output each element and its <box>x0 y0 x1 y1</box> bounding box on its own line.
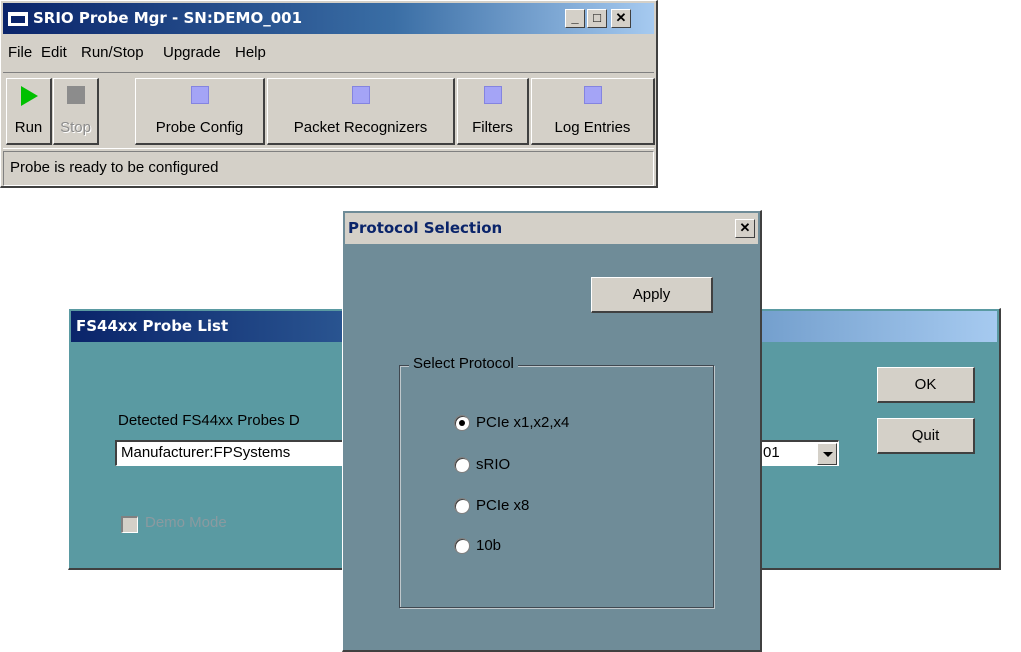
menu-file[interactable]: File <box>8 44 32 61</box>
status-bar: Probe is ready to be configured <box>3 151 654 186</box>
radio-label: 10b <box>476 537 502 554</box>
main-window: SRIO Probe Mgr - SN:DEMO_001 _ □ ✕ File … <box>0 0 658 188</box>
detected-probes-label: Detected FS44xx Probes D <box>118 412 300 429</box>
radio-label: sRIO <box>476 456 511 473</box>
run-label: Run <box>14 119 43 136</box>
probe-config-icon <box>190 86 209 104</box>
probe-list-title: FS44xx Probe List <box>76 317 229 335</box>
maximize-button[interactable]: □ <box>587 9 607 28</box>
filters-button[interactable]: Filters <box>457 78 529 145</box>
group-label: Select Protocol <box>409 355 518 372</box>
ok-button[interactable]: OK <box>877 367 975 403</box>
filters-label: Filters <box>472 119 513 136</box>
probe-combo-value-right: 01 <box>763 444 780 461</box>
radio-label: PCIe x1,x2,x4 <box>476 414 570 431</box>
protocol-selection-dialog: Protocol Selection ✕ Apply Select Protoc… <box>342 210 762 652</box>
log-entries-button[interactable]: Log Entries <box>531 78 655 145</box>
menu-help[interactable]: Help <box>235 44 266 61</box>
stop-button[interactable]: Stop <box>53 78 99 145</box>
log-entries-icon <box>583 86 602 104</box>
probe-config-label: Probe Config <box>155 119 244 136</box>
close-button[interactable]: ✕ <box>611 9 631 28</box>
menu-bar: File Edit Run/Stop Upgrade Help <box>3 38 654 68</box>
probe-combo-box[interactable]: Manufacturer:FPSystems <box>115 440 355 466</box>
demo-mode-checkbox[interactable] <box>121 516 138 533</box>
run-button[interactable]: Run <box>6 78 52 145</box>
radio-selected-icon[interactable] <box>454 415 470 431</box>
menu-edit[interactable]: Edit <box>41 44 67 61</box>
minimize-button[interactable]: _ <box>565 9 585 28</box>
toolbar: Run Stop Probe Config Packet Recognizers… <box>3 72 655 149</box>
stop-icon <box>66 86 85 104</box>
packet-recognizers-label: Packet Recognizers <box>293 119 428 136</box>
chevron-down-icon[interactable] <box>817 443 837 465</box>
probe-combo-value: Manufacturer:FPSystems <box>121 444 291 461</box>
select-protocol-group: Select Protocol PCIe x1,x2,x4 sRIO PCIe … <box>399 355 714 608</box>
protocol-title-bar[interactable]: Protocol Selection ✕ <box>345 213 758 244</box>
packet-recognizers-icon <box>351 86 370 104</box>
menu-upgrade[interactable]: Upgrade <box>163 44 221 61</box>
probe-config-button[interactable]: Probe Config <box>135 78 265 145</box>
run-play-icon <box>20 86 38 106</box>
log-entries-label: Log Entries <box>554 119 631 136</box>
radio-icon[interactable] <box>454 538 470 554</box>
close-icon[interactable]: ✕ <box>735 219 755 238</box>
protocol-dialog-title: Protocol Selection <box>348 219 503 237</box>
stop-label: Stop <box>60 119 91 136</box>
window-title: SRIO Probe Mgr - SN:DEMO_001 <box>33 9 303 27</box>
apply-button[interactable]: Apply <box>591 277 713 313</box>
demo-mode-label: Demo Mode <box>145 514 227 531</box>
filters-icon <box>483 86 502 104</box>
status-text: Probe is ready to be configured <box>10 159 219 176</box>
title-bar[interactable]: SRIO Probe Mgr - SN:DEMO_001 _ □ ✕ <box>3 3 654 34</box>
packet-recognizers-button[interactable]: Packet Recognizers <box>267 78 455 145</box>
radio-icon[interactable] <box>454 498 470 514</box>
radio-label: PCIe x8 <box>476 497 530 514</box>
app-window-icon <box>8 12 28 26</box>
menu-run-stop[interactable]: Run/Stop <box>81 44 144 61</box>
probe-combo-box-right[interactable]: 01 <box>761 440 839 466</box>
radio-icon[interactable] <box>454 457 470 473</box>
quit-button[interactable]: Quit <box>877 418 975 454</box>
